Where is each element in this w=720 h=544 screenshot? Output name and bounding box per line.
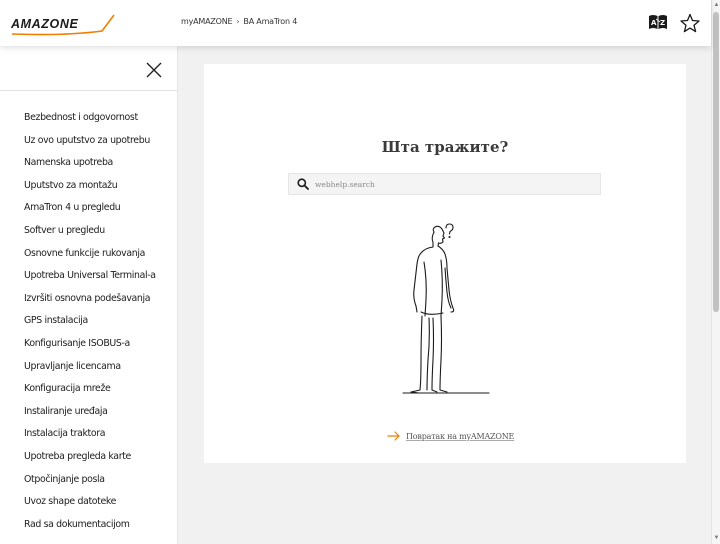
sidebar-item-tractor-install[interactable]: Instalacija traktora <box>24 428 156 451</box>
sidebar-item-start-job[interactable]: Otpočinjanje posla <box>24 474 156 497</box>
top-header: AMAZONE myAMAZONE › BA AmaTron 4 A Z <box>0 0 711 46</box>
search-input[interactable] <box>315 179 600 189</box>
sidebar-item-amatron-overview[interactable]: AmaTron 4 u pregledu <box>24 202 156 225</box>
sidebar-item-gps[interactable]: GPS instalacija <box>24 315 156 338</box>
sidebar-item-safety[interactable]: Bezbednost i odgovornost <box>24 112 156 135</box>
breadcrumb-myamazone[interactable]: myAMAZONE <box>181 17 233 26</box>
arrow-right-icon <box>387 431 400 441</box>
sidebar-navigation: Bezbednost i odgovornost Uz ovo uputstvo… <box>0 46 178 544</box>
page-scrollbar[interactable]: ▲ ▼ <box>711 0 720 544</box>
sidebar-item-device-install[interactable]: Instaliranje uređaja <box>24 406 156 429</box>
page-title: Шта тражите? <box>381 138 509 156</box>
sidebar-item-basic-settings[interactable]: Izvršiti osnovna podešavanja <box>24 293 156 316</box>
svg-text:Z: Z <box>660 19 665 27</box>
thinking-person-illustration <box>402 223 490 394</box>
search-icon[interactable] <box>292 174 314 194</box>
scrollbar-thumb[interactable] <box>713 12 719 312</box>
sidebar-item-basic-functions[interactable]: Osnovne funkcije rukovanja <box>24 248 156 271</box>
close-icon[interactable] <box>145 61 163 79</box>
language-dictionary-icon[interactable]: A Z <box>647 13 669 33</box>
amazone-logo[interactable]: AMAZONE <box>10 12 116 38</box>
sidebar-item-shape-import[interactable]: Uvoz shape datoteke <box>24 496 156 519</box>
search-card: Шта тражите? webhelp.search Повратак на … <box>204 64 686 463</box>
scroll-down-icon[interactable]: ▼ <box>713 535 720 542</box>
search-box[interactable] <box>288 173 601 195</box>
logo-text: AMAZONE <box>10 17 78 31</box>
sidebar-item-mounting[interactable]: Uputstvo za montažu <box>24 180 156 203</box>
sidebar-item-universal-terminal[interactable]: Upotreba Universal Terminal-a <box>24 270 156 293</box>
breadcrumb: myAMAZONE › BA AmaTron 4 <box>181 17 297 26</box>
back-link-text: Повратак на myAMAZONE <box>406 431 515 441</box>
sidebar-item-licenses[interactable]: Upravljanje licencama <box>24 361 156 384</box>
breadcrumb-separator: › <box>236 17 240 26</box>
sidebar-item-software-overview[interactable]: Softver u pregledu <box>24 225 156 248</box>
star-icon[interactable] <box>679 13 701 33</box>
sidebar-divider <box>0 90 178 91</box>
breadcrumb-manual[interactable]: BA AmaTron 4 <box>243 17 297 26</box>
sidebar-nav-list: Bezbednost i odgovornost Uz ovo uputstvo… <box>24 112 156 541</box>
sidebar-item-map-view[interactable]: Upotreba pregleda karte <box>24 451 156 474</box>
back-to-myamazone-link[interactable]: Повратак на myAMAZONE <box>387 431 514 441</box>
sidebar-item-intended-use[interactable]: Namenska upotreba <box>24 157 156 180</box>
sidebar-item-isobus[interactable]: Konfigurisanje ISOBUS-a <box>24 338 156 361</box>
sidebar-item-documentation[interactable]: Rad sa dokumentacijom <box>24 519 156 542</box>
sidebar-item-network[interactable]: Konfiguracija mreže <box>24 383 156 406</box>
scroll-up-icon[interactable]: ▲ <box>713 2 720 9</box>
sidebar-item-about-manual[interactable]: Uz ovo uputstvo za upotrebu <box>24 135 156 158</box>
svg-text:A: A <box>651 19 657 27</box>
